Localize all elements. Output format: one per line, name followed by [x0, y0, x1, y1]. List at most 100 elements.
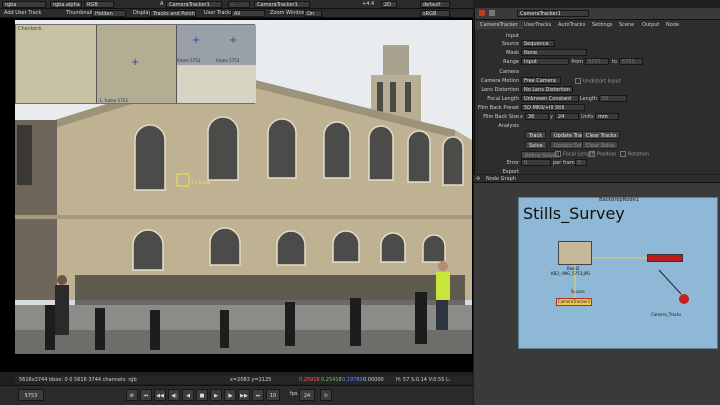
input-b-dropdown[interactable]: CameraTracker1 — [254, 1, 310, 8]
last-frame-icon[interactable]: ⏭ — [252, 389, 264, 401]
error-label: Error — [506, 160, 519, 166]
zoom-window-dropdown[interactable]: On — [304, 10, 322, 17]
colorspace-dropdown[interactable]: RGB — [84, 1, 114, 8]
loop-icon[interactable]: ↻ — [320, 389, 332, 401]
tab-usertracks[interactable]: UserTracks — [519, 21, 556, 29]
gear-icon[interactable]: ⚙ — [126, 389, 138, 401]
tab-settings[interactable]: Settings — [587, 21, 618, 29]
current-frame-field[interactable]: 5753 — [18, 389, 44, 401]
zoom-top-label: Checkerb — [18, 26, 42, 32]
play-increment-field[interactable]: 10 — [266, 389, 280, 401]
step-back-icon[interactable]: ◀| — [168, 389, 180, 401]
stop-icon[interactable]: ■ — [196, 389, 208, 401]
film-back-preset-dropdown[interactable]: 5D MKII/+III Still — [521, 104, 585, 111]
gain-value[interactable]: +4.4 — [362, 1, 374, 8]
node-graph-panel[interactable]: ✣ Node Graph BackdropNode1 Stills_Survey… — [474, 175, 720, 405]
node-color-swatch[interactable] — [479, 10, 485, 16]
range-from-field[interactable]: 5753 — [585, 58, 609, 65]
crosshair-icon: + — [192, 35, 201, 46]
length-field[interactable]: 50 — [599, 95, 627, 102]
input-section-label: Input — [506, 33, 519, 39]
zoom-cell-a-label: frame 5753 — [177, 58, 201, 63]
lens-distortion-label: Lens Distortion — [481, 87, 519, 93]
step-forward-icon[interactable]: |▶ — [224, 389, 236, 401]
per-frame-label: per frame — [553, 160, 578, 166]
tab-scene[interactable]: Scene — [614, 21, 639, 29]
tab-autotracks[interactable]: AutoTracks — [553, 21, 590, 29]
film-y-label: y — [550, 114, 553, 120]
playback-bar — [0, 385, 473, 405]
add-user-track-button[interactable]: Add User Track — [4, 10, 41, 17]
thumbnails-dropdown[interactable]: Hidden — [92, 10, 126, 17]
camera-motion-dropdown[interactable]: Free Camera — [521, 77, 561, 84]
channels-dropdown[interactable]: rgba — [2, 1, 46, 8]
film-back-size-label: Film Back Size — [483, 114, 519, 120]
input-a-label: A — [160, 1, 164, 7]
range-label: Range — [503, 59, 519, 65]
play-icon[interactable]: ▶ — [210, 389, 222, 401]
clear-tracks-button[interactable]: Clear Tracks — [582, 131, 621, 139]
units-dropdown[interactable]: mm — [595, 113, 619, 120]
zoom-cell-b-label: frame 5753 — [216, 58, 240, 63]
view-mode-dropdown[interactable]: 2D — [381, 1, 397, 8]
film-y-field[interactable]: 24 — [555, 113, 579, 120]
node-icon — [489, 10, 495, 16]
cursor-coords: x=2083 y=2125 — [230, 377, 272, 383]
red-value: 0.25918 — [299, 377, 320, 383]
range-from-label: from — [571, 59, 583, 65]
refine-position-checkbox[interactable]: Position — [589, 151, 616, 158]
node-header: CameraTracker1 — [475, 8, 720, 20]
film-x-field[interactable]: 36 — [525, 113, 549, 120]
per-frame-field: 0 — [575, 159, 587, 166]
zoom-cell-1 — [16, 25, 96, 103]
panel-icon: ✣ — [476, 176, 481, 182]
zoom-window-label: Zoom Window — [270, 10, 306, 16]
tab-node[interactable]: Node — [661, 21, 684, 29]
range-dropdown[interactable]: Input — [521, 58, 569, 65]
source-dropdown[interactable]: Sequence — [521, 40, 555, 47]
backdrop-node[interactable]: BackdropNode1 Stills_Survey Read2 KB3_-I… — [518, 197, 718, 349]
alpha-dropdown[interactable]: rgba.alpha — [50, 1, 82, 8]
prev-key-icon[interactable]: ◀◀ — [154, 389, 166, 401]
display-dropdown[interactable]: Tracks and Points — [150, 10, 196, 17]
node-connections — [574, 257, 682, 298]
viewer-canvas[interactable]: 4.1 frame Checkerb frame 5753 frame 5753… — [0, 18, 473, 372]
focal-length-label: Focal Length — [487, 96, 519, 102]
lut2-dropdown[interactable]: sRGB — [420, 10, 450, 17]
fps-field[interactable]: 24 — [299, 389, 315, 401]
track-button[interactable]: Track — [525, 131, 547, 139]
green-value: 0.25418 — [321, 377, 342, 383]
range-to-label: to — [611, 59, 617, 65]
next-key-icon[interactable]: ▶▶ — [238, 389, 250, 401]
blue-value: 0.19780 — [342, 377, 363, 383]
refine-rotation-checkbox[interactable]: Rotation — [620, 151, 649, 158]
display-label: Display — [133, 10, 152, 16]
lens-distortion-dropdown[interactable]: No Lens Distortion — [521, 86, 573, 93]
error-field: 0 — [521, 159, 551, 166]
compare-mode-dropdown[interactable]: - — [228, 1, 250, 8]
analysis-section-label: Analysis — [498, 123, 519, 129]
mask-label: Mask — [506, 50, 519, 56]
user-tracks-dropdown[interactable]: All — [231, 10, 265, 17]
undistort-checkbox[interactable]: Undistort Input — [575, 78, 621, 85]
tab-cameratracker[interactable]: CameraTracker — [475, 21, 523, 29]
camera-section-label: Camera — [499, 69, 519, 75]
camera-motion-label: Camera Motion — [480, 78, 519, 84]
film-x-label: x — [520, 114, 523, 120]
input-a-dropdown[interactable]: CameraTracker1 — [166, 1, 222, 8]
solve-button[interactable]: Solve — [525, 141, 547, 149]
zoom-bottom-label: -1, frame 5753 — [98, 98, 128, 103]
length-label: Length — [579, 96, 597, 102]
range-to-field[interactable]: 5753 — [619, 58, 643, 65]
clear-solve-button[interactable]: Clear Solve — [582, 141, 619, 149]
crosshair-icon: + — [131, 57, 140, 68]
zoom-window[interactable]: Checkerb frame 5753 frame 5753 -1, frame… — [15, 24, 256, 104]
focal-length-dropdown[interactable]: Unknown Constant — [521, 95, 579, 102]
units-label: Units — [581, 114, 594, 120]
lut-dropdown[interactable]: default — [420, 1, 450, 8]
alpha-value: 0.00000 — [363, 377, 384, 383]
mask-dropdown[interactable]: None — [521, 49, 587, 56]
first-frame-icon[interactable]: ⏮ — [140, 389, 152, 401]
play-back-icon[interactable]: ◀ — [182, 389, 194, 401]
node-name-field[interactable]: CameraTracker1 — [517, 10, 589, 17]
